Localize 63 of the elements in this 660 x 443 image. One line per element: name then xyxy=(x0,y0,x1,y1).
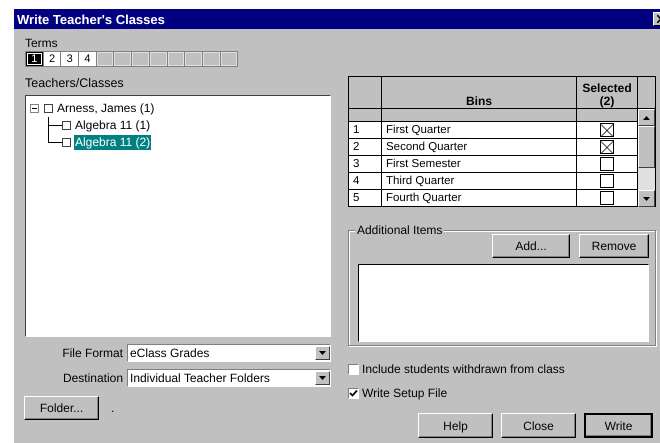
table-cell: Third Quarter xyxy=(382,173,577,189)
row-number: 1 xyxy=(349,122,382,138)
term-slot xyxy=(132,52,149,66)
destination-dropdown[interactable]: Individual Teacher Folders xyxy=(127,369,331,387)
window-title: Write Teacher's Classes xyxy=(17,12,165,26)
item-button[interactable]: Add... xyxy=(492,234,570,258)
bin-checkbox[interactable] xyxy=(600,191,614,205)
term-tab[interactable]: 1 xyxy=(26,52,43,66)
file-format-label: File Format xyxy=(61,346,123,360)
scrollbar[interactable] xyxy=(638,109,655,207)
row-number: 2 xyxy=(349,139,382,155)
row-number: 5 xyxy=(349,190,382,206)
bin-checkbox[interactable] xyxy=(600,157,614,171)
table-cell: First Semester xyxy=(382,156,577,172)
checkbox-label: Include students withdrawn from class xyxy=(362,362,565,376)
collapse-icon[interactable] xyxy=(30,104,39,113)
row-number: 4 xyxy=(349,173,382,189)
up-arrow-icon xyxy=(643,116,650,120)
checkbox[interactable] xyxy=(348,388,359,398)
term-slot xyxy=(220,52,238,66)
scroll-down-button[interactable] xyxy=(638,190,655,207)
bin-checkbox[interactable] xyxy=(600,123,614,137)
dialog-button[interactable]: Help xyxy=(418,413,493,438)
tree-checkbox[interactable] xyxy=(62,138,71,147)
tree-label: Teachers/Classes xyxy=(25,77,125,90)
dialog-button[interactable]: Close xyxy=(501,413,576,438)
column-header: Bins xyxy=(466,94,492,108)
destination-label: Destination xyxy=(62,371,123,385)
row-number: 3 xyxy=(349,156,382,172)
term-slot xyxy=(168,52,184,66)
term-tab[interactable]: 2 xyxy=(44,52,60,66)
item-button[interactable]: Remove xyxy=(579,234,649,258)
table-cell: Fourth Quarter xyxy=(382,190,577,206)
bin-checkbox[interactable] xyxy=(600,174,614,188)
column-header: Selected xyxy=(582,82,632,95)
tree-view[interactable]: Arness, James (1) Algebra 11 (1) Algebra 11 (2) xyxy=(25,95,331,337)
tree-checkbox[interactable] xyxy=(62,121,71,130)
term-slot xyxy=(114,52,132,66)
term-slot xyxy=(150,52,166,66)
selected-count: (2) xyxy=(600,95,614,108)
term-tab[interactable]: 4 xyxy=(79,52,96,66)
checkbox[interactable] xyxy=(348,364,359,374)
table-cell: Second Quarter xyxy=(382,139,577,155)
term-slot xyxy=(96,52,114,66)
tree-item[interactable]: Algebra 11 (2) xyxy=(74,135,152,150)
file-format-dropdown[interactable]: eClass Grades xyxy=(127,344,331,362)
folder-button[interactable]: Folder... xyxy=(24,396,99,420)
term-tab[interactable]: 3 xyxy=(61,52,78,66)
tree-item[interactable]: Algebra 11 (1) xyxy=(74,118,152,133)
group-label: Additional Items xyxy=(355,223,444,237)
table-cell: First Quarter xyxy=(382,122,577,138)
bin-checkbox[interactable] xyxy=(600,140,614,154)
term-slot xyxy=(185,52,202,66)
scrollbar-thumb[interactable] xyxy=(638,126,655,168)
checkbox-label: Write Setup File xyxy=(362,386,448,400)
dialog-button[interactable]: Write xyxy=(584,413,653,438)
tree-item[interactable]: Arness, James (1) xyxy=(56,101,156,116)
terms-label: Terms xyxy=(25,37,59,50)
down-arrow-icon xyxy=(643,196,650,200)
term-slot xyxy=(202,52,220,66)
folder-path: . xyxy=(111,401,114,415)
scroll-up-button[interactable] xyxy=(638,109,655,126)
tree-checkbox[interactable] xyxy=(44,104,53,113)
